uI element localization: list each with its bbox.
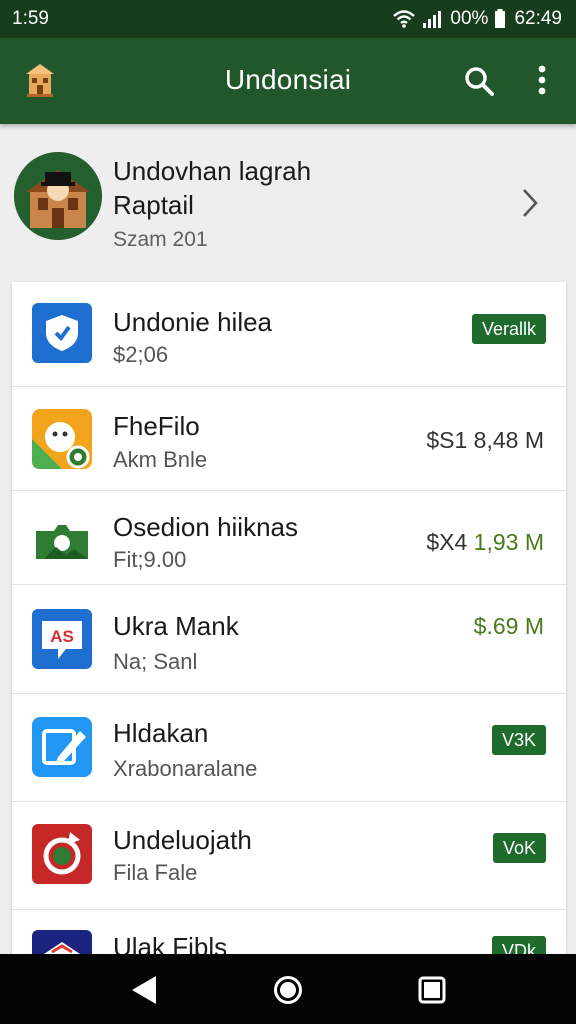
- item-title: Ulak Fibls: [113, 932, 228, 954]
- house-avatar-icon: [14, 152, 102, 240]
- system-nav-bar: [0, 954, 576, 1024]
- item-subtitle: Na; Sanl: [113, 649, 198, 674]
- wifi-icon: [393, 10, 416, 28]
- list-item[interactable]: Undonie hilea $2;06 Verallk: [12, 282, 566, 387]
- battery-icon: [495, 9, 506, 28]
- status-time-left: 1:59: [12, 8, 49, 29]
- item-title: Osedion hiiknas: [113, 512, 298, 542]
- home-icon[interactable]: [272, 974, 304, 1006]
- list-item[interactable]: Ulak Fibls VDk: [12, 910, 566, 954]
- install-badge[interactable]: Verallk: [471, 314, 546, 344]
- item-subtitle: Akm Bnle: [113, 447, 208, 472]
- chat-bubble-app-icon: [32, 409, 92, 469]
- list-item[interactable]: Hldakan Xrabonaralane V3K: [12, 694, 566, 802]
- shield-app-icon: [32, 303, 92, 363]
- status-icons: 00%: [392, 8, 506, 30]
- item-title: Ukra Mank: [113, 611, 239, 641]
- status-time-right: 62:49: [514, 8, 562, 29]
- profile-header[interactable]: Undovhan lagrah Raptail Szam 201: [0, 124, 576, 284]
- item-price: $X4 1,93 M: [426, 529, 544, 556]
- refresh-app-icon: [32, 824, 92, 884]
- svg-text:AS: AS: [50, 627, 74, 646]
- item-price-value: 1,93 M: [473, 529, 544, 555]
- profile-name: Undovhan lagrah: [113, 156, 312, 186]
- item-subtitle: Xrabonaralane: [113, 756, 258, 781]
- list-item[interactable]: FheFilo Akm Bnle $S1 8,48 M: [12, 387, 566, 491]
- install-badge[interactable]: V3K: [491, 725, 546, 755]
- item-title: Undonie hilea: [113, 307, 273, 337]
- back-icon[interactable]: [130, 974, 158, 1006]
- search-icon[interactable]: [462, 64, 496, 98]
- avatar: [14, 152, 102, 240]
- chevron-right-icon[interactable]: [518, 186, 542, 220]
- mail-app-icon: [32, 930, 92, 954]
- install-badge[interactable]: VDk: [491, 936, 546, 954]
- install-badge[interactable]: VoK: [492, 833, 546, 863]
- app-bar: Undonsiai: [0, 38, 576, 124]
- item-price: $.69 M: [473, 613, 544, 639]
- list-item[interactable]: Osedion hiiknas Fit;9.00 $X4 1,93 M: [12, 491, 566, 585]
- recents-icon[interactable]: [418, 976, 446, 1004]
- battery-percent: 00%: [450, 8, 489, 29]
- list-item[interactable]: Undeluojath Fila Fale VoK: [12, 802, 566, 910]
- status-right: 00% 62:49: [392, 8, 562, 30]
- signal-icon: [423, 11, 442, 28]
- profile-meta: Szam 201: [113, 228, 208, 251]
- status-bar: 1:59 00% 62:49: [0, 0, 576, 38]
- item-subtitle: Fila Fale: [113, 860, 198, 885]
- list-item[interactable]: AS Ukra Mank Na; Sanl $.69 M: [12, 585, 566, 694]
- profile-subtitle: Raptail: [113, 190, 194, 220]
- edit-app-icon: [32, 717, 92, 777]
- item-title: FheFilo: [113, 411, 200, 441]
- item-price-prefix: $X4: [426, 529, 468, 555]
- photo-app-icon: [32, 509, 92, 569]
- item-title: Undeluojath: [113, 825, 252, 855]
- more-vert-icon[interactable]: [530, 62, 554, 98]
- ad-chat-app-icon: AS: [32, 609, 92, 669]
- item-subtitle: Fit;9.00: [113, 547, 187, 572]
- app-list: Undonie hilea $2;06 Verallk FheFilo Akm …: [12, 282, 566, 954]
- item-title: Hldakan: [113, 718, 209, 748]
- item-price: $S1 8,48 M: [426, 427, 544, 453]
- item-subtitle: $2;06: [113, 342, 169, 367]
